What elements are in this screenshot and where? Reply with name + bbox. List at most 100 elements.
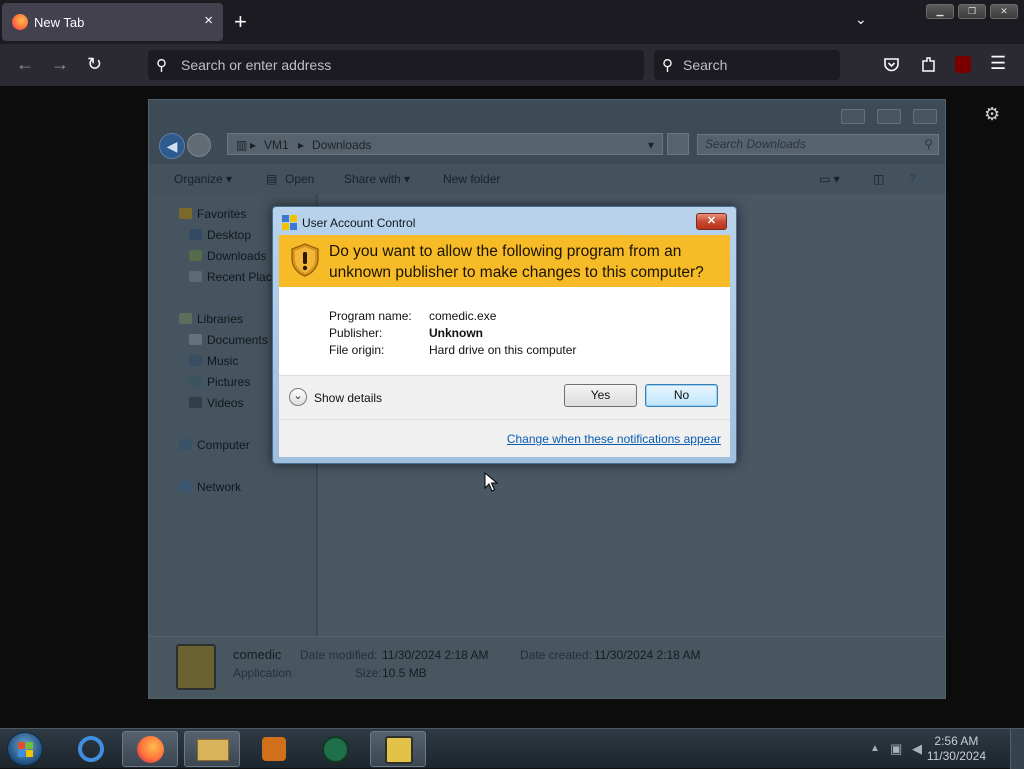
nav-libraries[interactable]: Libraries	[179, 312, 243, 326]
reload-icon[interactable]: ↻	[87, 54, 102, 75]
explorer-address-bar[interactable]: ▥ ▸ VM1 ▸ Downloads ▾	[227, 133, 663, 155]
refresh-button[interactable]	[667, 133, 689, 155]
nav-network[interactable]: Network	[179, 480, 242, 494]
ublock-icon[interactable]	[955, 56, 971, 73]
details-size-value: 10.5 MB	[382, 666, 427, 680]
network-tray-icon[interactable]: ▣	[890, 741, 902, 757]
new-tab-button[interactable]: +	[234, 8, 247, 36]
breadcrumb-vm1[interactable]: VM1	[264, 138, 289, 152]
uac-close-button[interactable]: ✕	[696, 213, 727, 230]
application-icon	[176, 644, 216, 690]
firefox-icon[interactable]	[122, 731, 178, 767]
file-explorer-icon[interactable]	[184, 731, 240, 767]
help-icon[interactable]: ?	[909, 172, 916, 186]
nav-pictures-label: Pictures	[207, 375, 251, 389]
nav-favorites-label: Favorites	[197, 207, 247, 221]
details-modified-value: 11/30/2024 2:18 AM	[382, 648, 489, 662]
windows-logo-green	[26, 742, 33, 749]
music-icon	[189, 355, 202, 366]
new-folder-button[interactable]: New folder	[443, 172, 500, 186]
list-all-tabs-button[interactable]: ⌄	[855, 11, 867, 28]
explorer-minimize-button[interactable]	[841, 109, 865, 124]
media-player-icon[interactable]	[246, 731, 302, 767]
explorer-search-input[interactable]	[705, 137, 905, 151]
menu-icon[interactable]: ☰	[990, 53, 1006, 74]
taskbar-clock[interactable]: 2:56 AM 11/30/2024	[927, 734, 986, 764]
uac-warning-banner: Do you want to allow the following progr…	[279, 235, 730, 287]
nav-desktop[interactable]: Desktop	[189, 228, 252, 242]
nav-documents[interactable]: Documents	[189, 333, 268, 347]
warning-shield-icon	[291, 243, 319, 277]
file-origin-label: File origin:	[329, 343, 385, 357]
nav-favorites[interactable]: Favorites	[179, 207, 247, 221]
search-icon: ⚲	[924, 137, 933, 151]
open-button[interactable]: Open	[285, 172, 314, 186]
forward-icon[interactable]: →	[51, 54, 69, 75]
nav-pictures[interactable]: Pictures	[189, 375, 251, 389]
view-options-icon[interactable]: ▭ ▾	[819, 172, 840, 186]
search-bar[interactable]: ⚲	[654, 50, 840, 80]
explorer-search-box[interactable]: ⚲	[697, 134, 939, 155]
preview-pane-icon[interactable]: ◫	[873, 172, 884, 186]
start-button[interactable]	[7, 732, 43, 766]
tab-new-tab[interactable]: New Tab ×	[2, 3, 223, 41]
share-with-button[interactable]: Share with ▾	[344, 172, 410, 186]
nav-downloads[interactable]: Downloads	[189, 249, 266, 263]
yes-button[interactable]: Yes	[564, 384, 637, 407]
explorer-back-button[interactable]: ◀	[159, 133, 185, 159]
volume-tray-icon[interactable]: ◀	[912, 741, 922, 757]
uac-dialog: User Account Control ✕ Do you want to al…	[272, 206, 737, 464]
computer-icon	[179, 439, 192, 450]
program-name-label: Program name:	[329, 309, 412, 323]
no-button[interactable]: No	[645, 384, 718, 407]
search-icon: ⚲	[156, 57, 167, 74]
network-app-icon[interactable]	[308, 731, 364, 767]
show-hidden-icons-icon[interactable]: ▲	[870, 743, 880, 754]
explorer-maximize-button[interactable]	[877, 109, 901, 124]
libraries-icon	[179, 313, 192, 324]
address-dropdown-icon[interactable]: ▾	[648, 138, 654, 152]
extensions-icon[interactable]	[920, 55, 937, 73]
show-desktop-button[interactable]	[1010, 729, 1024, 769]
windows-logo-yellow	[26, 750, 33, 757]
search-input[interactable]	[683, 55, 823, 75]
videos-icon	[189, 397, 202, 408]
details-created-label: Date created:	[520, 648, 593, 662]
url-bar[interactable]: ⚲	[148, 50, 644, 80]
organize-button[interactable]: Organize ▾	[174, 172, 232, 186]
documents-icon	[189, 334, 202, 345]
folder-icon: ▥	[236, 138, 248, 152]
uac-question: Do you want to allow the following progr…	[329, 243, 704, 281]
nav-computer[interactable]: Computer	[179, 438, 250, 452]
chevron-down-icon[interactable]: ⌄	[289, 388, 307, 406]
publisher-value: Unknown	[429, 326, 483, 340]
gear-icon[interactable]: ⚙	[984, 104, 1000, 125]
show-details-toggle[interactable]: Show details	[314, 391, 382, 405]
nav-music[interactable]: Music	[189, 354, 238, 368]
breadcrumb-downloads[interactable]: Downloads	[312, 138, 371, 152]
change-notifications-link[interactable]: Change when these notifications appear	[507, 432, 721, 446]
url-input[interactable]	[181, 55, 621, 75]
internet-explorer-icon[interactable]	[62, 731, 118, 767]
explorer-forward-button[interactable]	[187, 133, 211, 157]
uac-footer: Change when these notifications appear	[279, 419, 730, 457]
nav-documents-label: Documents	[207, 333, 268, 347]
minimize-window-button[interactable]: ▁	[926, 4, 954, 19]
program-name-value: comedic.exe	[429, 309, 497, 323]
nav-videos[interactable]: Videos	[189, 396, 243, 410]
tab-close-icon[interactable]: ×	[204, 12, 213, 29]
recent-places-icon	[189, 271, 202, 282]
pocket-icon[interactable]	[883, 56, 900, 73]
browser-tab-bar: New Tab × + ⌄ ▁ ❐ ✕	[0, 0, 1024, 44]
restore-window-button[interactable]: ❐	[958, 4, 986, 19]
desktop-icon	[189, 229, 202, 240]
explorer-command-bar: Organize ▾ ▤ Open Share with ▾ New folde…	[149, 164, 945, 194]
comedic-app-icon[interactable]	[370, 731, 426, 767]
explorer-close-button[interactable]	[913, 109, 937, 124]
star-icon	[179, 208, 192, 219]
nav-network-label: Network	[197, 480, 242, 494]
back-icon[interactable]: ←	[16, 54, 34, 75]
nav-desktop-label: Desktop	[207, 228, 252, 242]
uac-shield-icon	[282, 215, 297, 230]
close-window-button[interactable]: ✕	[990, 4, 1018, 19]
